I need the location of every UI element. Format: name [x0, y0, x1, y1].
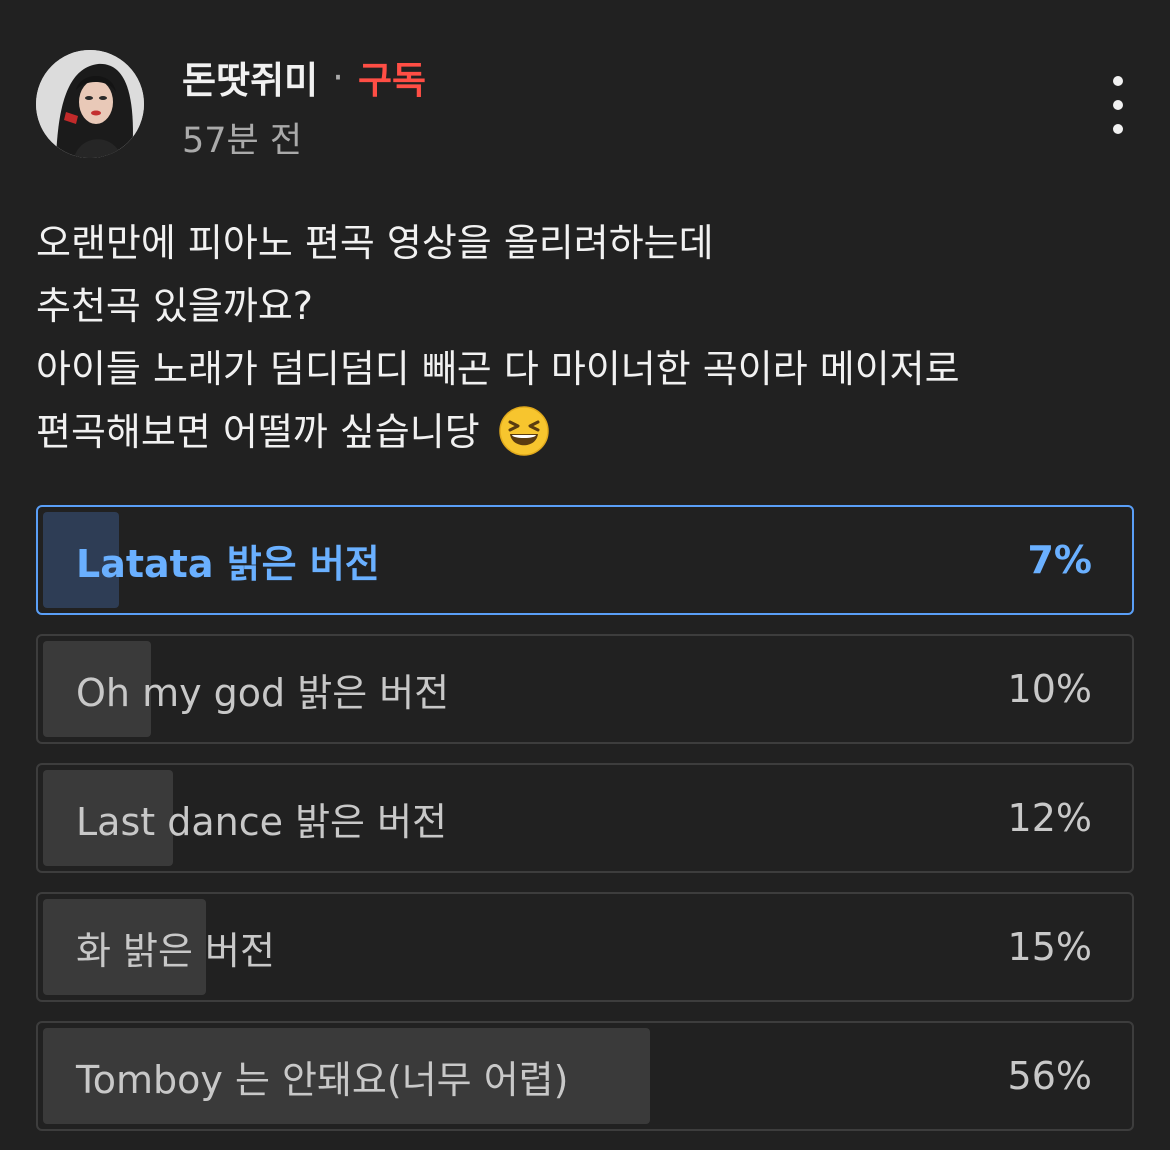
poll-option-label: 화 밝은 버전 — [76, 928, 275, 973]
poll: Latata 밝은 버전 7% Oh my god 밝은 버전 10% Last… — [36, 505, 1134, 1150]
channel-avatar[interactable] — [36, 50, 144, 158]
poll-option[interactable]: Latata 밝은 버전 7% — [36, 505, 1134, 615]
poll-option-label: Latata 밝은 버전 — [76, 541, 380, 586]
more-vert-icon[interactable] — [1100, 72, 1136, 138]
poll-option-label: Last dance 밝은 버전 — [76, 799, 447, 844]
poll-option[interactable]: 화 밝은 버전 15% — [36, 892, 1134, 1002]
poll-option-percent: 15% — [1007, 925, 1092, 969]
poll-option-percent: 12% — [1007, 796, 1092, 840]
poll-option-label: Tomboy 는 안돼요(너무 어렵) — [76, 1057, 569, 1102]
poll-option-percent: 10% — [1007, 667, 1092, 711]
post-body: 오랜만에 피아노 편곡 영상을 올리려하는데 추천곡 있을까요? 아이들 노래가… — [36, 212, 1146, 464]
avatar-photo-icon — [36, 50, 144, 158]
post-line: 추천곡 있을까요? — [36, 284, 313, 328]
subscribe-button[interactable]: 구독 — [358, 50, 426, 104]
poll-option-label: Oh my god 밝은 버전 — [76, 670, 450, 715]
channel-line: 돈땃쥐미 · 구독 — [182, 50, 426, 104]
poll-option[interactable]: Oh my god 밝은 버전 10% — [36, 634, 1134, 744]
post-line: 아이들 노래가 덤디덤디 빼곤 다 마이너한 곡이라 메이저로 — [36, 347, 960, 391]
post-header: 돈땃쥐미 · 구독 57분 전 — [36, 50, 1136, 161]
channel-name[interactable]: 돈땃쥐미 — [182, 50, 318, 104]
post-timestamp: 57분 전 — [182, 121, 303, 161]
post-line: 편곡해보면 어떨까 싶습니당 — [36, 410, 480, 454]
poll-option[interactable]: Tomboy 는 안돼요(너무 어렵) 56% — [36, 1021, 1134, 1131]
poll-option[interactable]: Last dance 밝은 버전 12% — [36, 763, 1134, 873]
post-line: 오랜만에 피아노 편곡 영상을 올리려하는데 — [36, 221, 714, 265]
post-line-with-emoji: 편곡해보면 어떨까 싶습니당 — [36, 401, 1146, 464]
poll-option-percent: 7% — [1027, 538, 1092, 582]
separator-dot: · — [332, 55, 344, 99]
grinning-squinting-face-icon — [499, 406, 549, 456]
poll-option-percent: 56% — [1007, 1054, 1092, 1098]
